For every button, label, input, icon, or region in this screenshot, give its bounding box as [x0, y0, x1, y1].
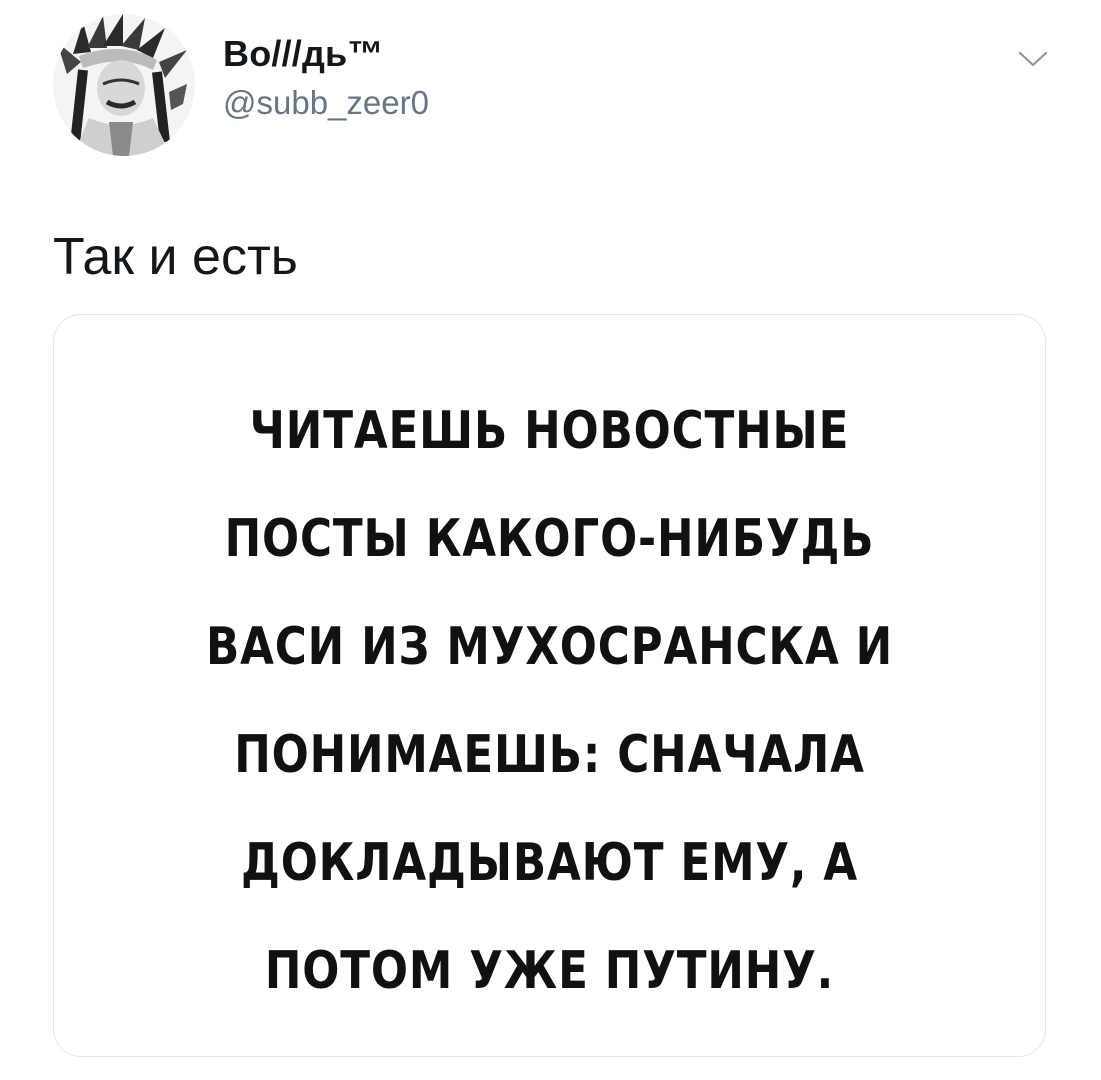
media-caption-line: ПОТОМ УЖЕ ПУТИНУ. — [264, 941, 835, 1001]
media-caption-line: ПОСТЫ КАКОГО-НИБУДЬ — [224, 509, 875, 569]
author-display-name[interactable]: Во///дь™ — [223, 34, 384, 74]
media-caption-line: ВАСИ ИЗ МУХОСРАНСКА И — [205, 617, 894, 677]
author-handle[interactable]: @subb_zeer0 — [223, 84, 429, 122]
media-caption-line: ПОНИМАЕШЬ: СНАЧАЛА — [234, 725, 865, 785]
tweet-media-image[interactable]: ЧИТАЕШЬ НОВОСТНЫЕ ПОСТЫ КАКОГО-НИБУДЬ ВА… — [53, 314, 1046, 1057]
media-caption-line: ЧИТАЕШЬ НОВОСТНЫЕ — [249, 401, 850, 461]
avatar-portrait-image — [53, 14, 195, 156]
media-caption: ЧИТАЕШЬ НОВОСТНЫЕ ПОСТЫ КАКОГО-НИБУДЬ ВА… — [133, 377, 965, 1025]
avatar[interactable] — [53, 14, 195, 156]
tweet-text: Так и есть — [53, 228, 298, 286]
chevron-down-icon[interactable] — [1018, 48, 1048, 70]
media-caption-line: ДОКЛАДЫВАЮТ ЕМУ, А — [240, 833, 859, 893]
